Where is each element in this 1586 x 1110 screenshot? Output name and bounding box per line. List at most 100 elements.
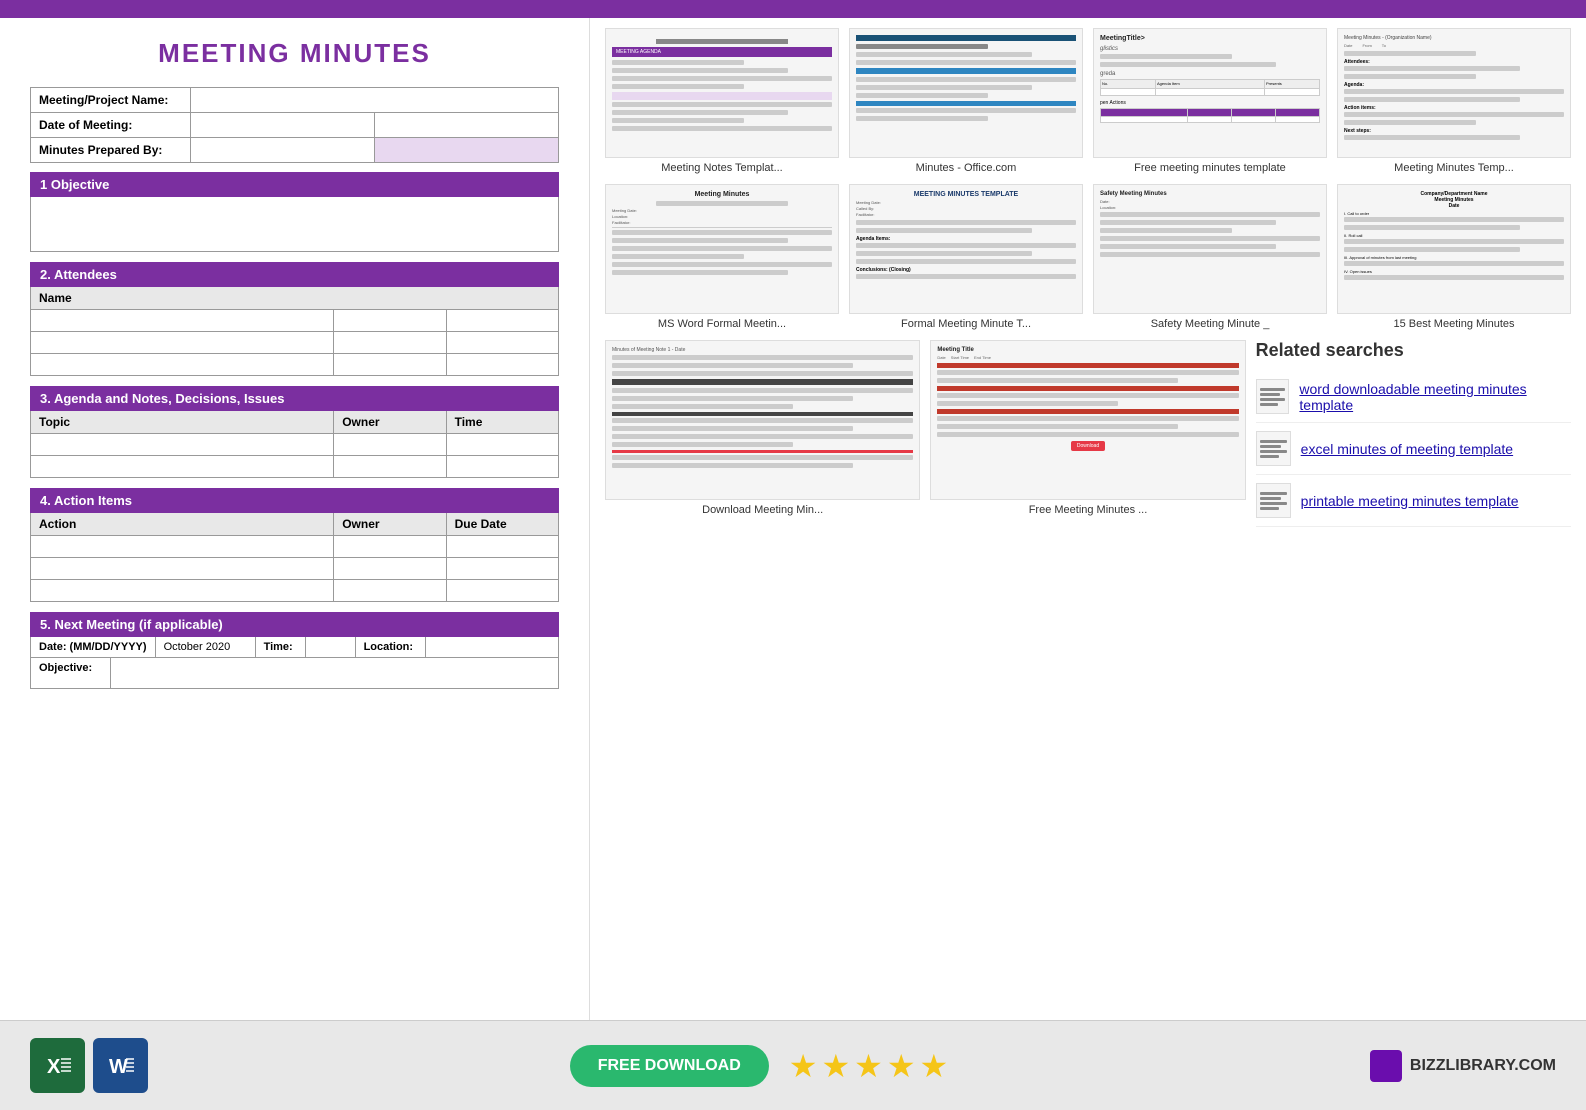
related-searches-panel: Related searches word downloadable meeti…	[1256, 340, 1571, 527]
thumbnails-row-2: Meeting Minutes Meeting Date: Location: …	[605, 184, 1571, 330]
related-item-1[interactable]: word downloadable meeting minutes templa…	[1256, 371, 1571, 423]
stars-rating: ★ ★ ★ ★ ★	[789, 1047, 948, 1085]
thumbnail-1[interactable]: MEETING AGENDA Meeting Notes Templat...	[605, 28, 839, 174]
related-item-2[interactable]: excel minutes of meeting template	[1256, 423, 1571, 475]
thumbnail-4-img: Meeting Minutes - (Organization Name) Da…	[1337, 28, 1571, 158]
attendees-name-header: Name	[30, 287, 559, 310]
attendees-row-2	[30, 332, 559, 354]
action-row-2	[30, 558, 559, 580]
thumbnail-7-img: Safety Meeting Minutes Date: Location:	[1093, 184, 1327, 314]
thumbnail-10[interactable]: Meeting Title DateStart TimeEnd Time	[930, 340, 1245, 527]
thumbnail-5[interactable]: Meeting Minutes Meeting Date: Location: …	[605, 184, 839, 330]
section-3-label: 3. Agenda and Notes, Decisions, Issues	[40, 391, 284, 406]
bottom-icons: X W	[30, 1038, 148, 1093]
action-col-action: Action	[31, 513, 334, 535]
prepared-by-field1[interactable]	[191, 138, 375, 162]
nm-time-label: Time:	[256, 637, 306, 657]
free-download-button[interactable]: FREE DOWNLOAD	[570, 1045, 769, 1087]
nm-time-field[interactable]	[306, 637, 356, 657]
left-form-panel: MEETING MINUTES Meeting/Project Name: Da…	[0, 18, 590, 1020]
next-meeting-row: Date: (MM/DD/YYYY) October 2020 Time: Lo…	[30, 637, 559, 658]
action-col-owner: Owner	[334, 513, 446, 535]
thumbnail-9-label: Download Meeting Min...	[702, 504, 823, 516]
thumbnail-3[interactable]: MeetingTitle> glistics greda No. Agenda …	[1093, 28, 1327, 174]
date-meeting-label: Date of Meeting:	[31, 113, 191, 137]
agenda-col-topic: Topic	[31, 411, 334, 433]
thumbnail-6-img: MEETING MINUTES TEMPLATE Meeting Date: C…	[849, 184, 1083, 314]
related-icon-2	[1256, 431, 1291, 466]
project-name-label: Meeting/Project Name:	[31, 88, 191, 112]
date-meeting-field1[interactable]	[191, 113, 375, 137]
thumbnails-row-3: Minutes of Meeting Note 1 - Date	[605, 340, 1571, 527]
star-5: ★	[920, 1047, 949, 1085]
section-1-content[interactable]	[30, 197, 559, 252]
prepared-by-field2[interactable]	[375, 138, 558, 162]
thumbnail-8-img: Company/Department NameMeeting MinutesDa…	[1337, 184, 1571, 314]
prepared-by-label: Minutes Prepared By:	[31, 138, 191, 162]
star-2: ★	[821, 1047, 850, 1085]
thumbnail-8-label: 15 Best Meeting Minutes	[1393, 318, 1514, 330]
section-2-header: 2. Attendees	[30, 262, 559, 287]
nm-date-value[interactable]: October 2020	[156, 637, 256, 657]
right-panel: MEETING AGENDA Meeting Notes Templat...	[590, 18, 1586, 1020]
date-meeting-field2[interactable]	[375, 113, 558, 137]
section-1-label: 1 Objective	[40, 177, 109, 192]
thumbnail-8[interactable]: Company/Department NameMeeting MinutesDa…	[1337, 184, 1571, 330]
thumbnails-row-1: MEETING AGENDA Meeting Notes Templat...	[605, 28, 1571, 174]
svg-text:X: X	[47, 1056, 61, 1078]
thumbnail-4[interactable]: Meeting Minutes - (Organization Name) Da…	[1337, 28, 1571, 174]
agenda-col-time: Time	[447, 411, 558, 433]
action-col-duedate: Due Date	[447, 513, 558, 535]
nm-location-field[interactable]	[426, 637, 558, 657]
star-3: ★	[854, 1047, 883, 1085]
action-table-header: Action Owner Due Date	[30, 513, 559, 536]
bottom-bar: X W FREE DOWNLOAD ★ ★ ★ ★ ★	[0, 1020, 1586, 1110]
svg-text:W: W	[109, 1056, 128, 1078]
section-5-header: 5. Next Meeting (if applicable)	[30, 612, 559, 637]
thumbnail-9[interactable]: Minutes of Meeting Note 1 - Date	[605, 340, 920, 527]
word-icon: W	[93, 1038, 148, 1093]
thumbnail-6-label: Formal Meeting Minute T...	[901, 318, 1031, 330]
related-icon-3	[1256, 483, 1291, 518]
excel-icon: X	[30, 1038, 85, 1093]
attendees-row-1	[30, 310, 559, 332]
bizz-logo-text: BIZZLIBRARY.COM	[1410, 1057, 1556, 1075]
nm-date-label: Date: (MM/DD/YYYY)	[31, 637, 156, 657]
top-purple-bar	[0, 0, 1586, 18]
action-row-3	[30, 580, 559, 602]
thumbnail-6[interactable]: MEETING MINUTES TEMPLATE Meeting Date: C…	[849, 184, 1083, 330]
related-item-3[interactable]: printable meeting minutes template	[1256, 475, 1571, 527]
agenda-table-header: Topic Owner Time	[30, 411, 559, 434]
section-4-label: 4. Action Items	[40, 493, 132, 508]
thumbnail-7[interactable]: Safety Meeting Minutes Date: Location: S	[1093, 184, 1327, 330]
action-row-1	[30, 536, 559, 558]
thumbnail-2-label: Minutes - Office.com	[916, 162, 1017, 174]
star-4: ★	[887, 1047, 916, 1085]
bizz-icon	[1370, 1050, 1402, 1082]
agenda-col-owner: Owner	[334, 411, 446, 433]
thumbnail-9-img: Minutes of Meeting Note 1 - Date	[605, 340, 920, 500]
agenda-row-1	[30, 434, 559, 456]
thumbnail-1-label: Meeting Notes Templat...	[661, 162, 782, 174]
related-text-3[interactable]: printable meeting minutes template	[1301, 493, 1519, 509]
nm-location-label: Location:	[356, 637, 426, 657]
date-meeting-row: Date of Meeting:	[30, 112, 559, 138]
objective-label: Objective:	[31, 658, 111, 688]
objective-field[interactable]	[111, 658, 558, 688]
related-text-1[interactable]: word downloadable meeting minutes templa…	[1299, 381, 1571, 413]
project-name-row: Meeting/Project Name:	[30, 87, 559, 113]
next-meeting-objective-row: Objective:	[30, 658, 559, 689]
section-1-header: 1 Objective	[30, 172, 559, 197]
attendees-row-3	[30, 354, 559, 376]
related-title: Related searches	[1256, 340, 1571, 361]
thumbnail-5-img: Meeting Minutes Meeting Date: Location: …	[605, 184, 839, 314]
section-3-header: 3. Agenda and Notes, Decisions, Issues	[30, 386, 559, 411]
section-4-header: 4. Action Items	[30, 488, 559, 513]
related-text-2[interactable]: excel minutes of meeting template	[1301, 441, 1513, 457]
project-name-field[interactable]	[191, 88, 558, 112]
thumbnail-3-img: MeetingTitle> glistics greda No. Agenda …	[1093, 28, 1327, 158]
thumbnail-10-label: Free Meeting Minutes ...	[1029, 504, 1148, 516]
thumbnail-7-label: Safety Meeting Minute _	[1151, 318, 1270, 330]
bizzlibrary-logo: BIZZLIBRARY.COM	[1370, 1050, 1556, 1082]
thumbnail-2[interactable]: Minutes - Office.com	[849, 28, 1083, 174]
